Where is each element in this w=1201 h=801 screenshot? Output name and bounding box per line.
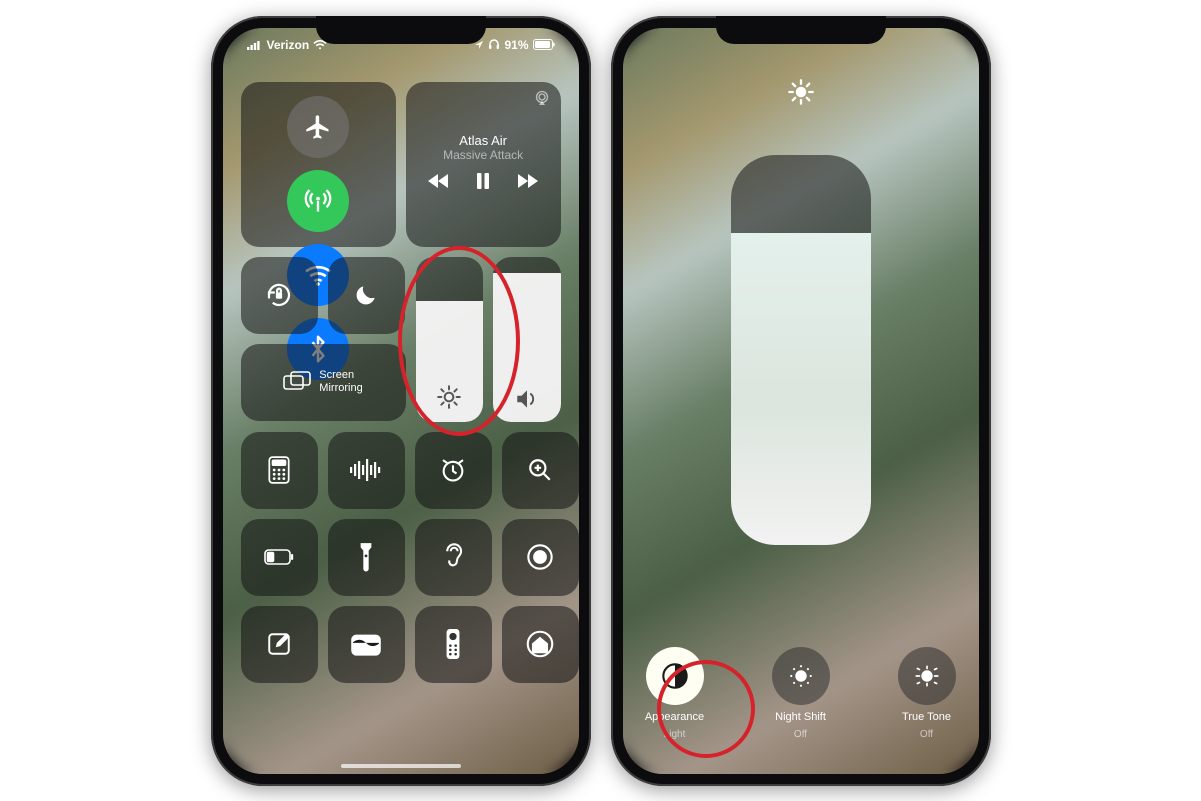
cellular-data-toggle[interactable] [287,170,349,232]
ear-icon [441,542,465,572]
status-right: 91% [474,38,554,52]
alarm-button[interactable] [415,432,492,509]
volume-icon [514,388,540,410]
true-tone-title: True Tone [902,711,951,723]
home-indicator[interactable] [341,764,461,768]
screen-mirroring-label: Screen Mirroring [319,369,362,395]
home-icon [526,630,554,658]
screen-brightness-expanded: Appearance Light Night Shift Off True To… [623,28,979,774]
control-center: Atlas Air Massive Attack [223,72,579,774]
orientation-lock-toggle[interactable] [241,257,318,334]
do-not-disturb-toggle[interactable] [328,257,405,334]
phone-frame-right: Appearance Light Night Shift Off True To… [611,16,991,786]
battery-percent: 91% [504,38,528,52]
voice-memo-button[interactable] [328,432,405,509]
headphones-icon [488,39,500,50]
phone-frame-left: Verizon 91% [211,16,591,786]
waveform-icon [350,459,382,481]
home-button[interactable] [502,606,579,683]
appearance-toggle[interactable]: Appearance Light [630,647,720,740]
flashlight-icon [358,542,374,572]
next-track-button[interactable] [516,172,538,195]
airplane-icon [304,113,332,141]
calculator-icon [268,456,290,484]
cellular-bars-icon [247,40,263,50]
true-tone-icon [913,663,941,689]
alarm-clock-icon [439,456,467,484]
wallet-icon [351,632,381,656]
now-playing-panel[interactable]: Atlas Air Massive Attack [406,82,561,247]
now-playing-title: Atlas Air [443,133,523,149]
notch [716,16,886,44]
status-left: Verizon [247,38,328,52]
volume-slider[interactable] [493,257,561,422]
magnifier-icon [527,457,553,483]
connectivity-panel[interactable] [241,82,396,247]
wallet-button[interactable] [328,606,405,683]
screen-mirroring-icon [283,371,311,393]
remote-icon [446,629,460,659]
notes-button[interactable] [241,606,318,683]
true-tone-status: Off [920,729,933,740]
apple-tv-remote-button[interactable] [415,606,492,683]
hearing-button[interactable] [415,519,492,596]
notch [316,16,486,44]
night-shift-toggle[interactable]: Night Shift Off [756,647,846,740]
low-power-icon [264,549,294,565]
comparison-stage: Verizon 91% [0,0,1201,801]
moon-icon [353,282,379,308]
appearance-icon [661,662,689,690]
brightness-icon [436,384,462,410]
battery-icon [533,39,555,50]
airplay-icon[interactable] [533,90,551,106]
calculator-button[interactable] [241,432,318,509]
night-shift-icon [788,663,814,689]
now-playing-artist: Massive Attack [443,148,523,162]
magnifier-button[interactable] [502,432,579,509]
record-icon [526,543,554,571]
compose-icon [266,631,292,657]
screen-control-center: Verizon 91% [223,28,579,774]
display-options: Appearance Light Night Shift Off True To… [623,647,979,740]
low-power-button[interactable] [241,519,318,596]
carrier-label: Verizon [267,38,310,52]
night-shift-title: Night Shift [775,711,826,723]
brightness-slider-large[interactable] [731,155,871,545]
appearance-title: Appearance [645,711,704,723]
flashlight-button[interactable] [328,519,405,596]
appearance-status: Light [664,729,686,740]
antenna-icon [304,187,332,215]
shortcut-grid [241,432,561,683]
screen-record-button[interactable] [502,519,579,596]
brightness-slider[interactable] [416,257,484,422]
previous-track-button[interactable] [428,172,450,195]
transport-controls [428,172,538,195]
night-shift-status: Off [794,729,807,740]
brightness-header-icon [787,78,815,111]
airplane-mode-toggle[interactable] [287,96,349,158]
play-pause-button[interactable] [476,172,490,195]
screen-mirroring-button[interactable]: Screen Mirroring [241,344,406,421]
true-tone-toggle[interactable]: True Tone Off [882,647,972,740]
orientation-lock-icon [264,280,294,310]
brightness-large-fill [731,233,871,545]
